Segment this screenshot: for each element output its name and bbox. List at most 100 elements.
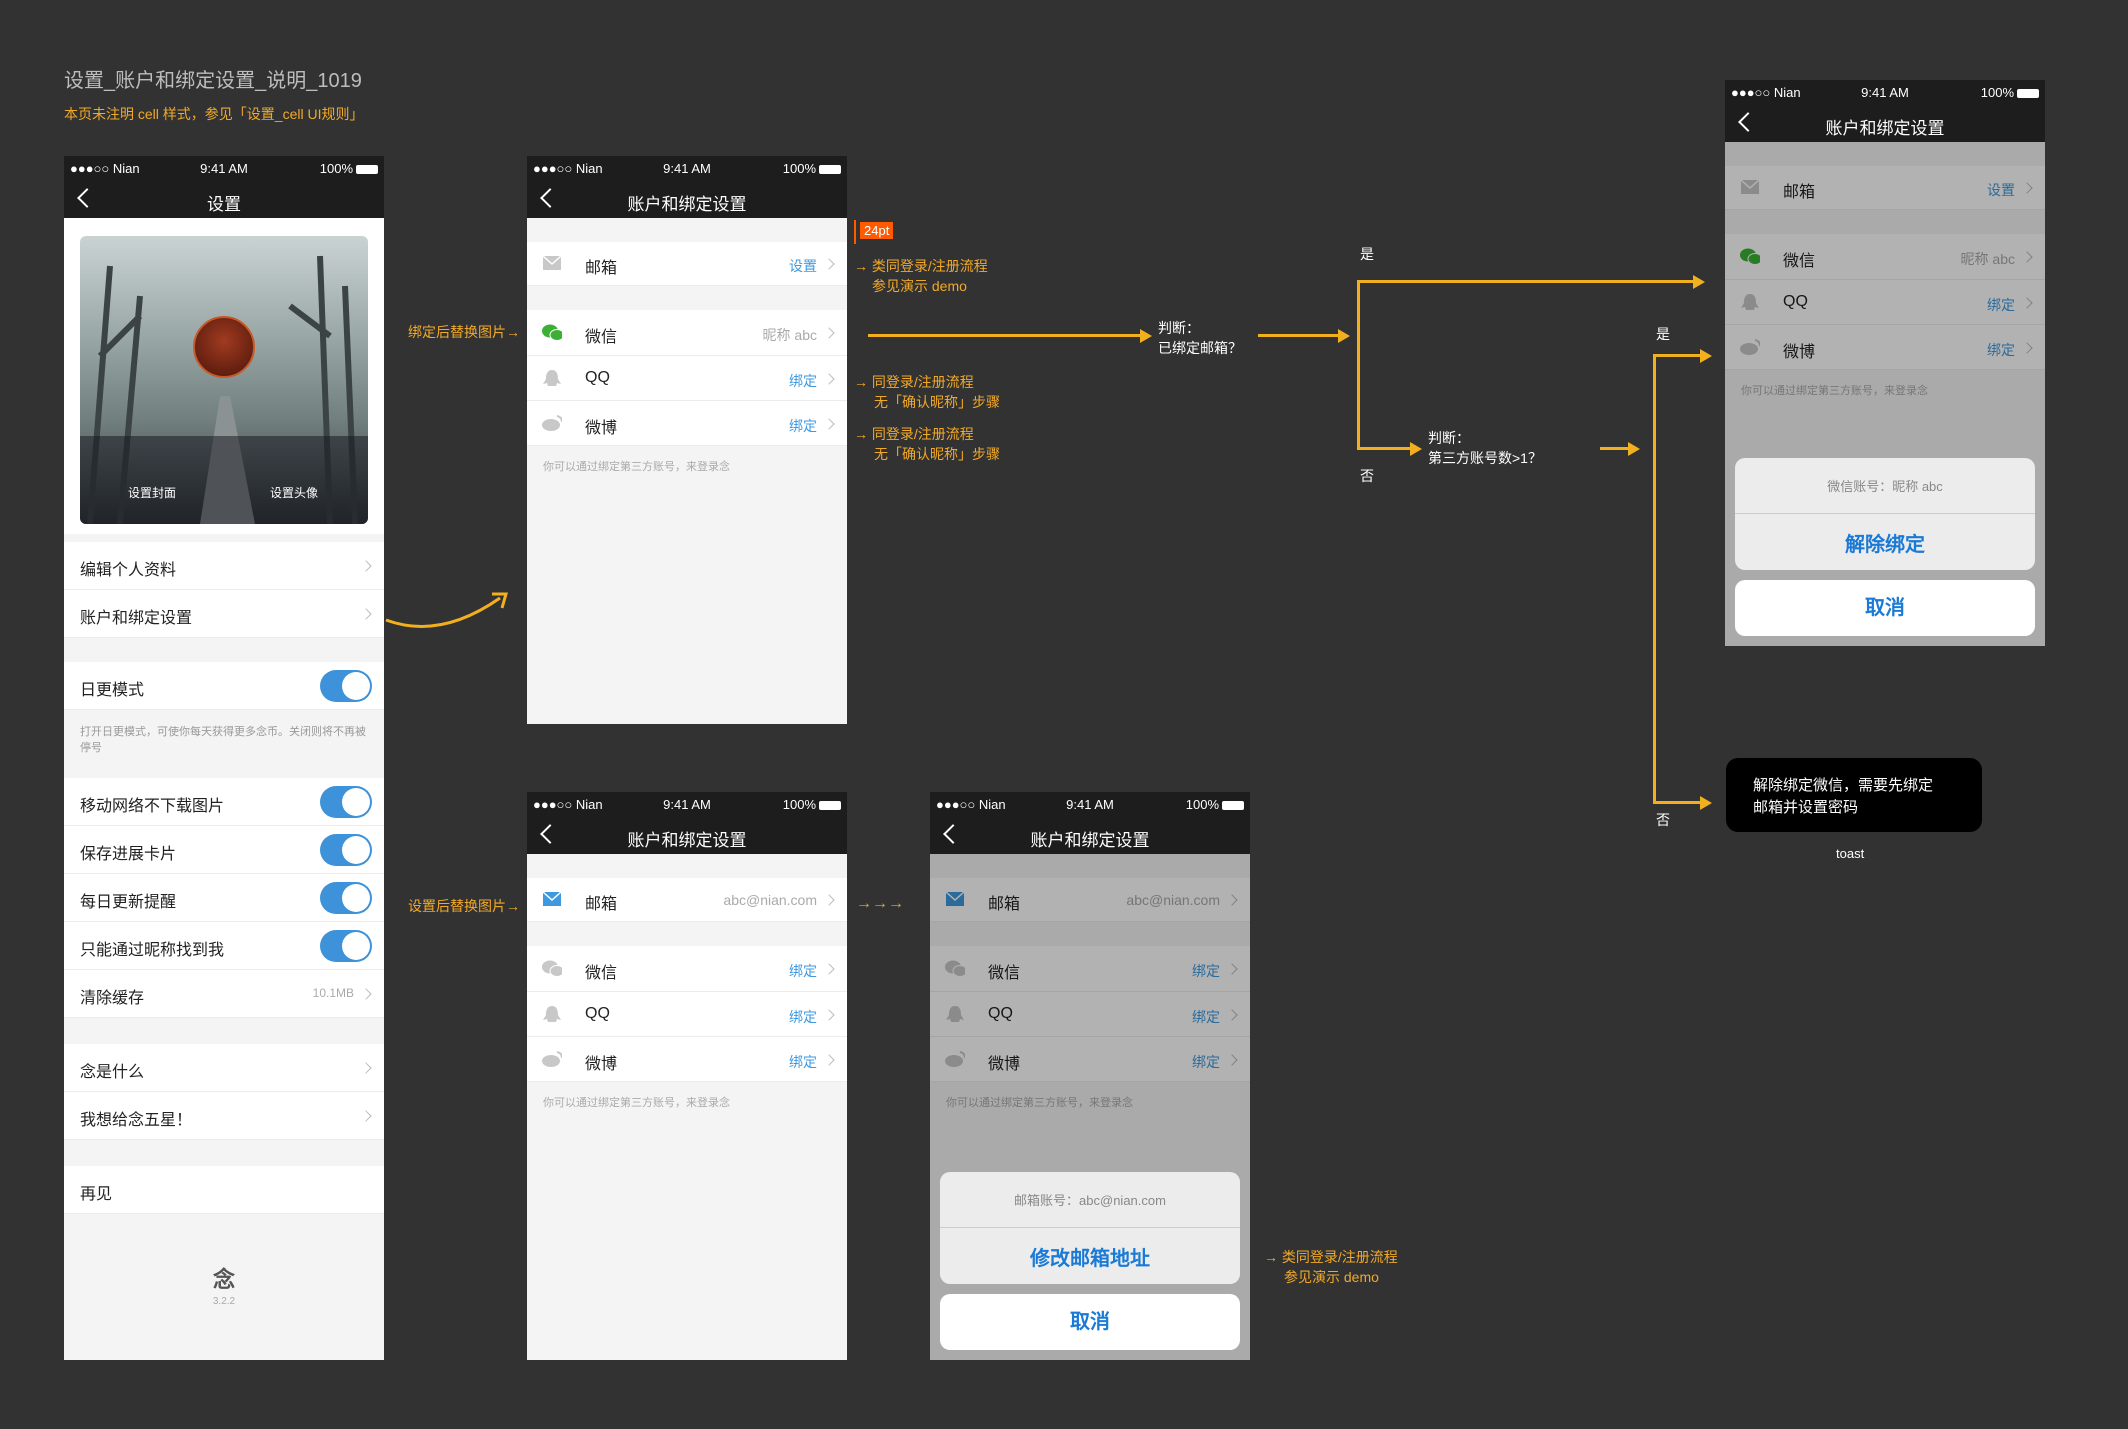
set-cover-button[interactable]: 设置封面: [128, 484, 176, 501]
note-arrows: →→→: [856, 895, 904, 912]
weibo-bind-link[interactable]: 绑定: [789, 416, 817, 436]
cell-label: 我想给念五星！: [80, 1112, 193, 1129]
set-avatar-button[interactable]: 设置头像: [270, 484, 318, 501]
cell-weibo[interactable]: 微博 绑定: [527, 401, 847, 446]
toggle-daily-mode[interactable]: [320, 670, 372, 702]
flow-arrowhead: [1140, 329, 1152, 343]
toggle-find-by-nickname[interactable]: [320, 930, 372, 962]
nav-title: 账户和绑定设置: [1030, 831, 1150, 850]
cell-label: 微信: [585, 329, 618, 346]
battery-icon: [356, 165, 378, 175]
note-bind-replace: 绑定后替换图片→: [408, 324, 520, 340]
cell-label: 微博: [585, 1056, 618, 1073]
chevron-right-icon: [823, 894, 835, 906]
flow-arrowhead: [1628, 442, 1640, 456]
flow-arrowhead: [1410, 442, 1422, 456]
chevron-right-icon: [823, 418, 835, 430]
wechat-icon: [542, 960, 562, 977]
status-bar: ●●●○○ Nian 9:41 AM 100%: [527, 156, 847, 180]
daily-mode-description: 打开日更模式，可使你每天获得更多念币。关闭则将不再被停号: [80, 726, 366, 754]
board-subtitle: 本页未注明 cell 样式，参见「设置_cell UI规则」: [64, 106, 364, 122]
cell-account-binding[interactable]: 账户和绑定设置: [64, 590, 384, 638]
cell-logout[interactable]: 再见: [64, 1166, 384, 1214]
toggle-no-images[interactable]: [320, 786, 372, 818]
battery: 100%: [783, 797, 841, 812]
qq-icon: [543, 370, 561, 386]
flow-line-no: [1357, 447, 1413, 450]
cell-label: 只能通过昵称找到我: [80, 942, 225, 959]
label-no-1: 否: [1360, 468, 1374, 484]
settings-screen: ●●●○○ Nian 9:41 AM 100% 设置 设置封面 设置头像 编辑个…: [64, 156, 384, 1360]
cell-label: 再见: [80, 1186, 113, 1203]
battery-icon: [819, 801, 841, 811]
flow-arrowhead: [1338, 329, 1350, 343]
cell-label: 保存进展卡片: [80, 846, 177, 863]
weibo-icon: [542, 415, 562, 431]
cell-email[interactable]: 邮箱 设置: [527, 242, 847, 286]
note-change-flow-1: → 类同登录/注册流程: [1264, 1249, 1398, 1265]
cell-clear-cache[interactable]: 清除缓存 10.1MB: [64, 970, 384, 1018]
cell-weibo[interactable]: 微博 绑定: [527, 1037, 847, 1082]
flow-arrowhead: [1693, 275, 1705, 289]
status-bar: ●●●○○ Nian 9:41 AM 100%: [64, 156, 384, 180]
toast-line2: 邮箱并设置密码: [1753, 799, 1859, 816]
cell-label: 日更模式: [80, 682, 145, 699]
nav-bar: 设置: [64, 180, 384, 218]
flow-branch2-vertical: [1653, 354, 1656, 804]
unbind-wechat-screen: ●●●○○ Nian 9:41 AM 100% 账户和绑定设置 邮箱 设置 微信…: [1725, 80, 2045, 646]
cell-qq[interactable]: QQ 绑定: [527, 992, 847, 1037]
cancel-button[interactable]: 取消: [1735, 580, 2035, 636]
cell-label: QQ: [585, 369, 610, 386]
cell-edit-profile[interactable]: 编辑个人资料: [64, 542, 384, 590]
chevron-right-icon: [360, 560, 372, 572]
wechat-bind-link[interactable]: 绑定: [789, 961, 817, 981]
cell-email[interactable]: 邮箱 abc@nian.com: [527, 878, 847, 922]
app-logo: 念: [212, 1267, 235, 1292]
label-yes-1: 是: [1360, 246, 1374, 262]
weibo-bind-link[interactable]: 绑定: [789, 1052, 817, 1072]
mail-icon: [542, 255, 562, 270]
unbind-button[interactable]: 解除绑定: [1735, 528, 2035, 557]
change-email-button[interactable]: 修改邮箱地址: [940, 1242, 1240, 1271]
qq-bind-link[interactable]: 绑定: [789, 371, 817, 391]
sheet-divider: [1735, 513, 2035, 514]
cell-wechat[interactable]: 微信 昵称 abc: [527, 310, 847, 356]
toggle-save-cards[interactable]: [320, 834, 372, 866]
battery-icon: [1222, 801, 1244, 811]
nav-bar: 账户和绑定设置: [527, 180, 847, 218]
chevron-right-icon: [823, 258, 835, 270]
battery-icon: [2017, 89, 2039, 99]
toggle-daily-reminder[interactable]: [320, 882, 372, 914]
wechat-nickname: 昵称 abc: [762, 327, 817, 343]
action-sheet: 微信账号：昵称 abc 解除绑定: [1735, 458, 2035, 570]
weibo-icon: [542, 1051, 562, 1067]
sheet-divider: [940, 1227, 1240, 1228]
chevron-right-icon: [823, 373, 835, 385]
cell-what-is-nian[interactable]: 念是什么: [64, 1044, 384, 1092]
toast-line1: 解除绑定微信，需要先绑定: [1753, 777, 1934, 794]
flow-arrowhead: [1700, 349, 1712, 363]
note-weibo-flow-1: → 同登录/注册流程: [854, 426, 974, 442]
cover-image[interactable]: 设置封面 设置头像: [80, 236, 368, 524]
toast: 解除绑定微信，需要先绑定 邮箱并设置密码: [1726, 758, 1982, 832]
flow-arrow-curve: [385, 592, 508, 628]
dim-overlay: [1725, 142, 2045, 646]
avatar[interactable]: [193, 316, 255, 378]
cancel-button[interactable]: 取消: [940, 1294, 1240, 1350]
cell-label: 清除缓存: [80, 990, 145, 1007]
cell-daily-mode: 日更模式: [64, 662, 384, 710]
cell-rate-five-stars[interactable]: 我想给念五星！: [64, 1092, 384, 1140]
cell-wechat[interactable]: 微信 绑定: [527, 946, 847, 992]
email-value: abc@nian.com: [723, 892, 817, 908]
qq-icon: [543, 1006, 561, 1022]
email-set-link[interactable]: 设置: [789, 256, 817, 276]
nav-bar: 账户和绑定设置: [1725, 104, 2045, 142]
cell-qq[interactable]: QQ 绑定: [527, 356, 847, 401]
chevron-right-icon: [823, 963, 835, 975]
status-bar: ●●●○○ Nian 9:41 AM 100%: [1725, 80, 2045, 104]
qq-bind-link[interactable]: 绑定: [789, 1007, 817, 1027]
chevron-right-icon: [360, 608, 372, 620]
wechat-icon: [542, 324, 562, 341]
note-change-flow-2: 参见演示 demo: [1284, 1269, 1379, 1285]
status-bar: ●●●○○ Nian 9:41 AM 100%: [527, 792, 847, 816]
